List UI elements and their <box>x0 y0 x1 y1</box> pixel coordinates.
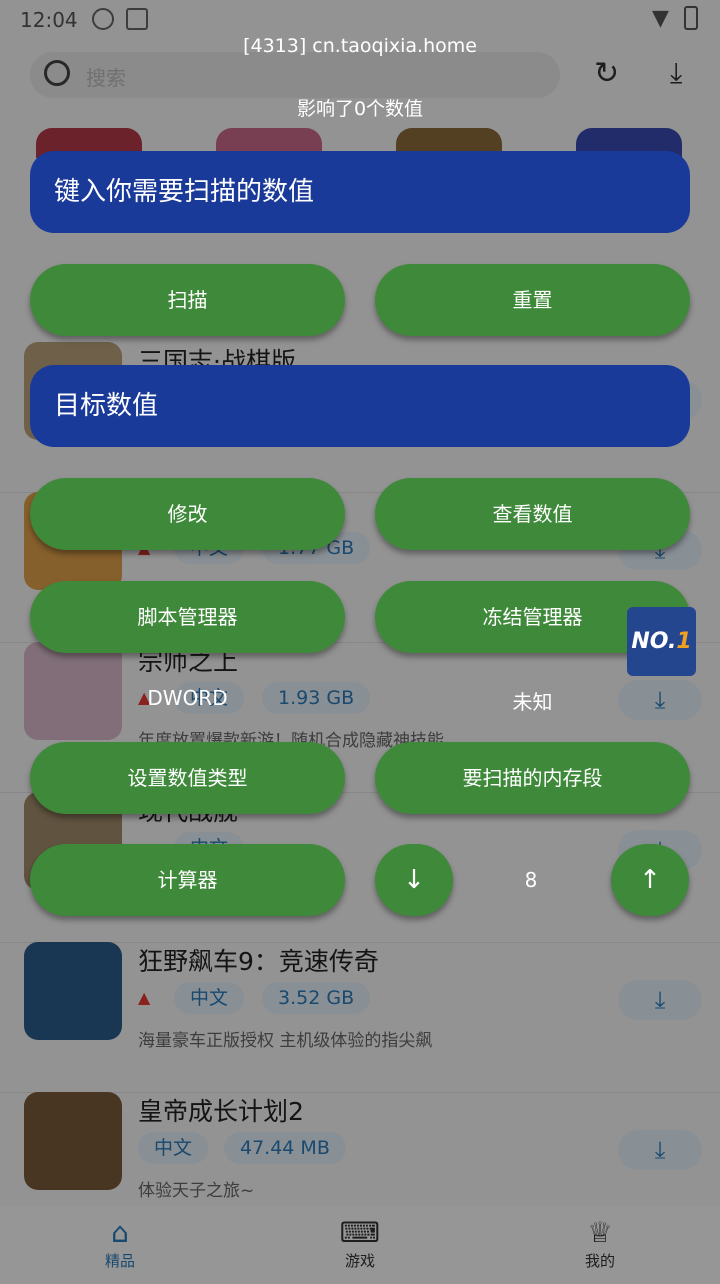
scan-button[interactable]: 扫描 <box>30 264 345 336</box>
reset-button[interactable]: 重置 <box>375 264 690 336</box>
view-values-button[interactable]: 查看数值 <box>375 478 690 550</box>
process-title: [4313] cn.taoqixia.home <box>243 35 477 57</box>
calculator-button[interactable]: 计算器 <box>30 844 345 916</box>
memory-region-label: 未知 <box>512 690 553 714</box>
step-down-button[interactable]: ↓ <box>375 844 453 916</box>
step-up-button[interactable]: ↑ <box>611 844 689 916</box>
script-manager-button[interactable]: 脚本管理器 <box>30 581 345 653</box>
affected-count-text: 影响了0个数值 <box>296 98 424 120</box>
memory-region-button[interactable]: 要扫描的内存段 <box>375 742 690 814</box>
scan-value-input[interactable]: 键入你需要扫描的数值 <box>30 151 690 233</box>
set-value-type-button[interactable]: 设置数值类型 <box>30 742 345 814</box>
no1-badge[interactable]: NO.1 <box>627 607 696 676</box>
step-value: 8 <box>524 868 538 892</box>
modify-button[interactable]: 修改 <box>30 478 345 550</box>
value-type-label: DWORD <box>147 686 228 710</box>
no1-badge-num: 1 <box>676 629 692 654</box>
target-value-input[interactable]: 目标数值 <box>30 365 690 447</box>
no1-badge-text: NO. <box>631 629 677 654</box>
